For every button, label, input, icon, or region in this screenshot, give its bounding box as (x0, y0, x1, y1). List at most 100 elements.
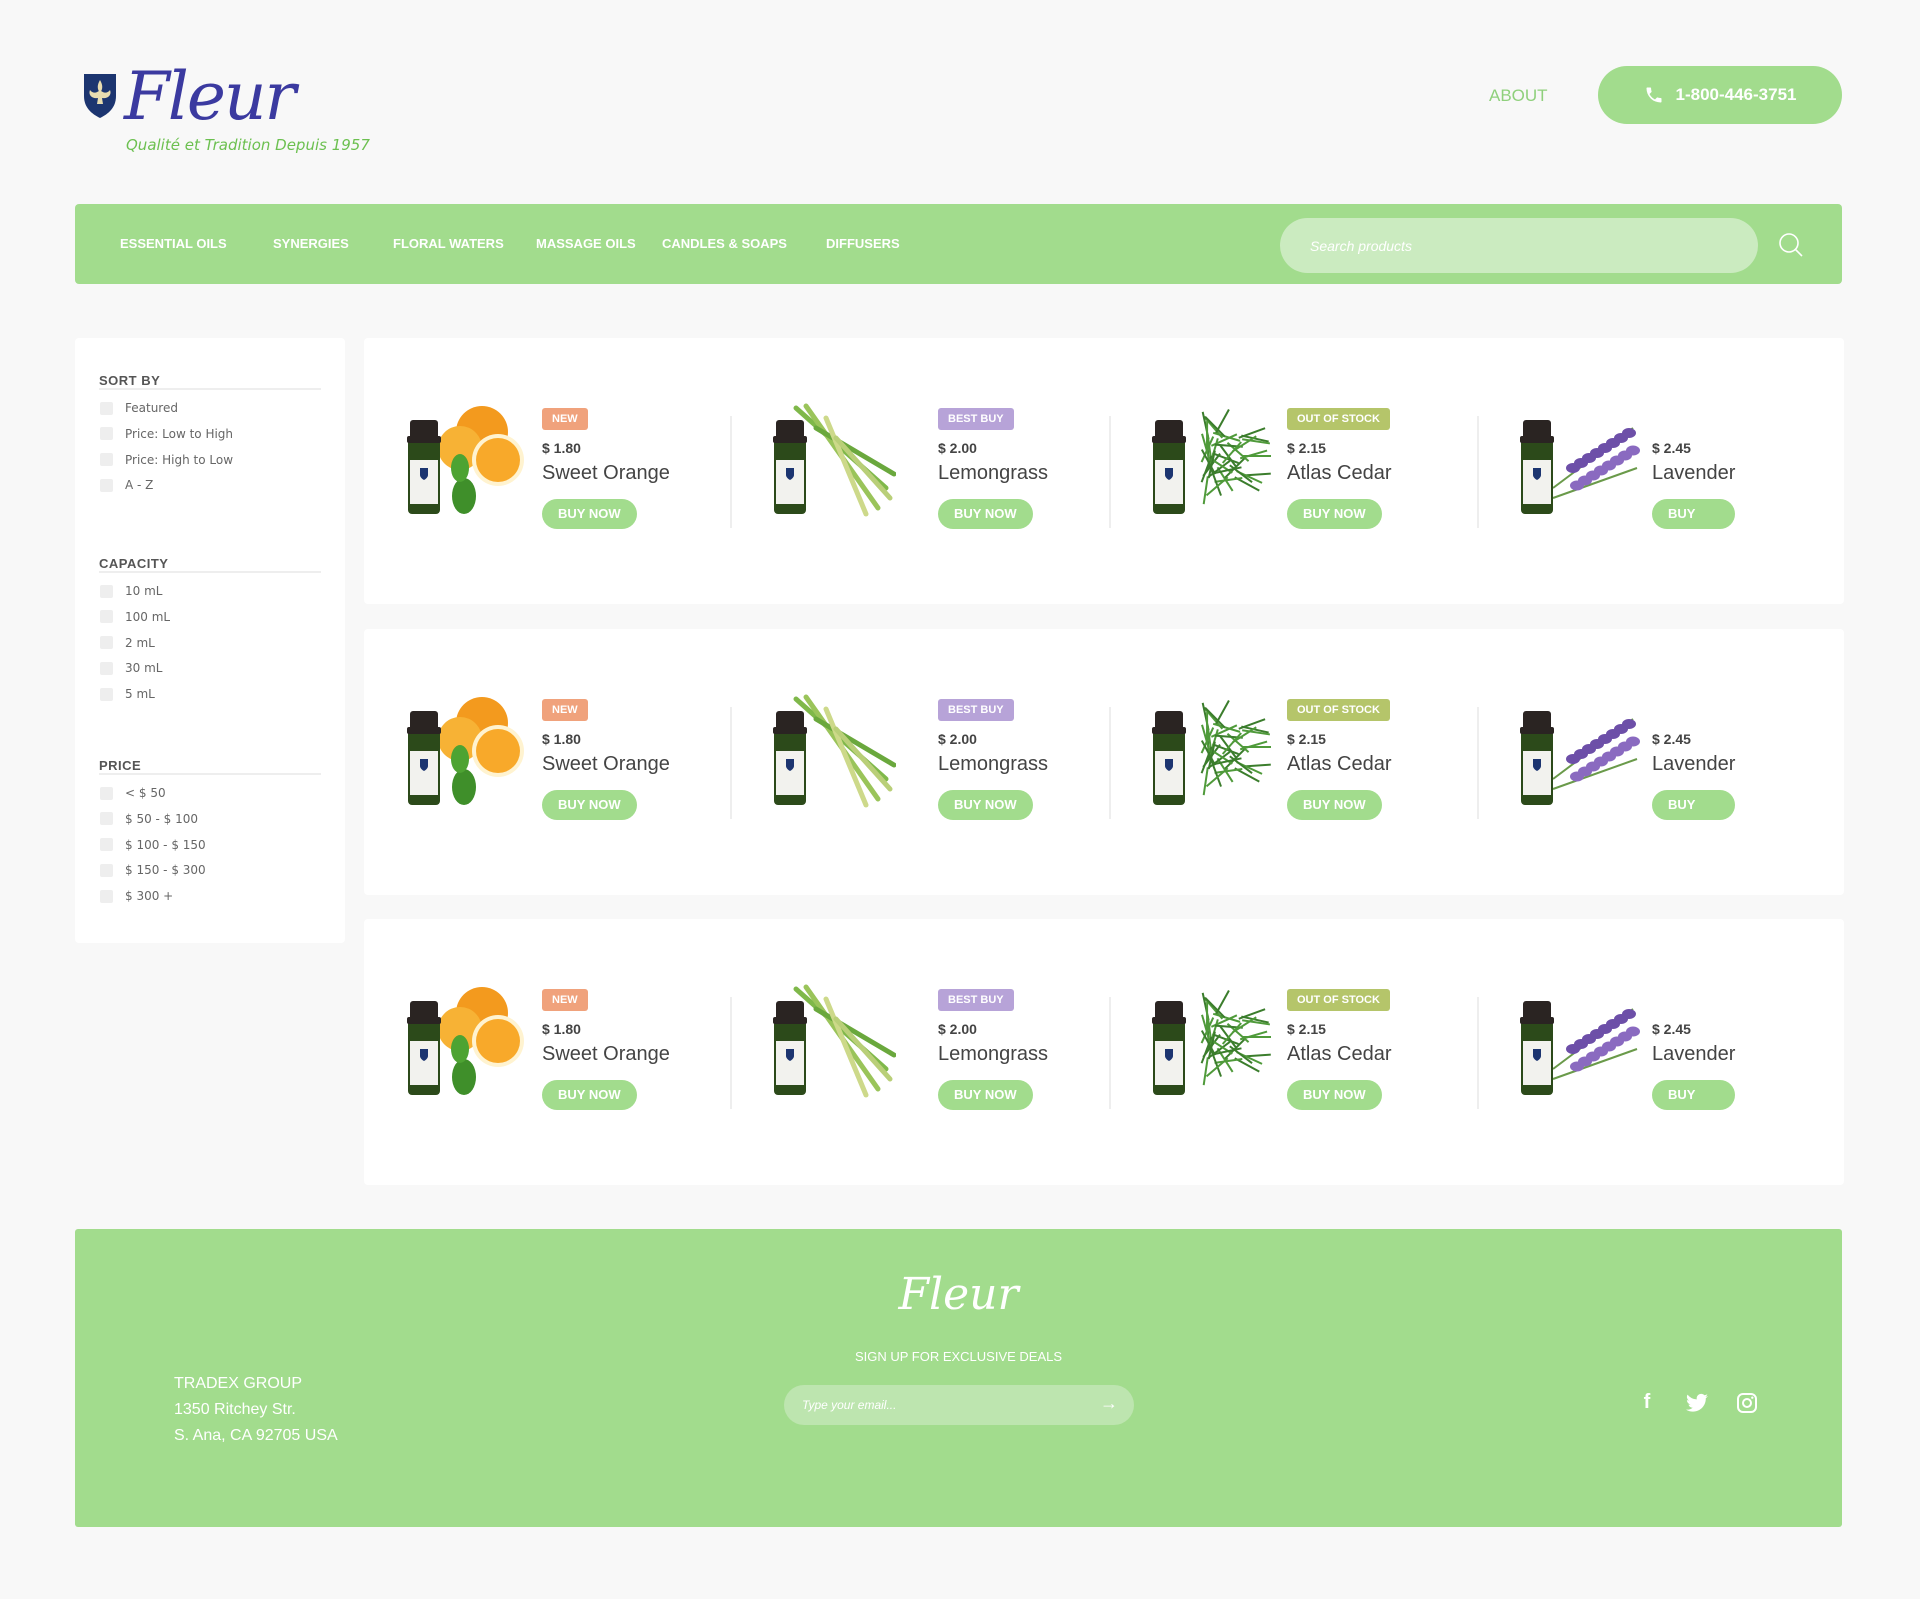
checkbox[interactable] (100, 687, 113, 701)
lavender-product-image[interactable] (1513, 398, 1643, 518)
cedar-product-image[interactable] (1145, 979, 1275, 1099)
price-option[interactable]: $ 50 - $ 100 (100, 812, 198, 826)
lavender-product-image[interactable] (1513, 979, 1643, 1099)
capacity-option[interactable]: 2 mL (100, 636, 155, 650)
nav-floral-waters[interactable]: FLORAL WATERS (393, 236, 504, 251)
price-option[interactable]: $ 150 - $ 300 (100, 863, 206, 877)
price-option[interactable]: < $ 50 (100, 786, 166, 800)
buy-now-button[interactable]: BUY NOW (938, 789, 1033, 820)
product-name[interactable]: Lavender (1652, 1043, 1735, 1066)
product-name[interactable]: Lemongrass (938, 753, 1048, 776)
divider (1477, 997, 1479, 1109)
shield-logo-icon (84, 74, 116, 118)
nav-massage-oils[interactable]: MASSAGE OILS (536, 236, 636, 251)
checkbox[interactable] (100, 453, 113, 467)
checkbox[interactable] (100, 786, 113, 800)
price-option[interactable]: $ 300 + (100, 889, 173, 903)
lavender-product-image[interactable] (1513, 689, 1643, 809)
checkbox[interactable] (100, 812, 113, 826)
nav-diffusers[interactable]: DIFFUSERS (826, 236, 900, 251)
product-badge: NEW (542, 698, 588, 721)
product-name[interactable]: Sweet Orange (542, 1043, 670, 1066)
sort-option[interactable]: A - Z (100, 478, 153, 492)
sort-option[interactable]: Price: High to Low (100, 453, 233, 467)
checkbox[interactable] (100, 478, 113, 492)
buy-now-button[interactable]: BUY NOW (938, 499, 1033, 529)
nav-essential-oils[interactable]: ESSENTIAL OILS (120, 236, 227, 251)
checkbox[interactable] (100, 661, 113, 675)
submit-arrow-icon[interactable]: → (1100, 1393, 1118, 1414)
product-badge: OUT OF STOCK (1287, 408, 1390, 430)
footer-logo: Fleur (898, 1269, 1019, 1320)
capacity-option[interactable]: 30 mL (100, 661, 162, 675)
buy-now-button[interactable]: BUY NOW (542, 1080, 637, 1110)
product-name[interactable]: Sweet Orange (542, 753, 670, 776)
product-name[interactable]: Atlas Cedar (1287, 1043, 1392, 1066)
checkbox[interactable] (100, 863, 113, 877)
product-price: $ 1.80 (542, 1021, 581, 1037)
capacity-option[interactable]: 5 mL (100, 687, 155, 701)
price-option[interactable]: $ 100 - $ 150 (100, 838, 206, 852)
price-heading: PRICE (99, 758, 142, 773)
option-label: 10 mL (125, 584, 163, 598)
orange-product-image[interactable] (400, 398, 530, 518)
orange-product-image[interactable] (400, 689, 530, 809)
search-input[interactable] (1280, 218, 1758, 273)
nav-candles-soaps[interactable]: CANDLES & SOAPS (662, 236, 787, 251)
product-name[interactable]: Lemongrass (938, 1043, 1048, 1066)
product-name[interactable]: Lavender (1652, 753, 1735, 776)
product-name[interactable]: Lavender (1652, 462, 1735, 485)
option-label: 30 mL (125, 661, 163, 676)
capacity-option[interactable]: 100 mL (100, 610, 170, 624)
facebook-icon[interactable]: f (1635, 1391, 1659, 1415)
lemongrass-product-image[interactable] (766, 979, 896, 1099)
nav-synergies[interactable]: SYNERGIES (273, 236, 349, 251)
divider (99, 388, 321, 390)
product-price: $ 2.45 (1652, 440, 1691, 456)
checkbox[interactable] (100, 838, 113, 852)
buy-now-button[interactable]: BUY NOW (1652, 1080, 1736, 1132)
checkbox[interactable] (100, 427, 113, 441)
product-price: $ 2.45 (1652, 730, 1691, 747)
product-price: $ 2.15 (1287, 1021, 1326, 1037)
option-label: $ 50 - $ 100 (125, 811, 199, 826)
search-icon[interactable] (1778, 232, 1804, 258)
divider (1477, 706, 1479, 819)
product-name[interactable]: Lemongrass (938, 462, 1048, 485)
product-name[interactable]: Atlas Cedar (1287, 753, 1392, 776)
instagram-icon[interactable] (1735, 1391, 1759, 1415)
twitter-icon[interactable] (1685, 1391, 1709, 1415)
buy-now-button[interactable]: BUY NOW (1652, 789, 1736, 842)
buy-now-button[interactable]: BUY NOW (1287, 1080, 1382, 1110)
checkbox[interactable] (100, 584, 113, 598)
phone-button[interactable]: 1-800-446-3751 (1598, 66, 1842, 124)
checkbox[interactable] (100, 610, 113, 624)
about-link[interactable]: ABOUT (1489, 86, 1548, 106)
buy-now-button[interactable]: BUY NOW (542, 499, 637, 529)
sort-option[interactable]: Price: Low to High (100, 427, 233, 441)
brand-logo[interactable]: Fleur (124, 58, 296, 135)
product-name[interactable]: Atlas Cedar (1287, 462, 1392, 485)
buy-now-button[interactable]: BUY NOW (542, 789, 637, 820)
capacity-heading: CAPACITY (99, 556, 169, 571)
lemongrass-product-image[interactable] (766, 689, 896, 809)
cedar-product-image[interactable] (1145, 398, 1275, 518)
option-label: 5 mL (125, 687, 155, 702)
filter-sidebar: SORT BY Featured Price: Low to High Price: … (75, 338, 345, 943)
buy-now-button[interactable]: BUY NOW (938, 1080, 1033, 1110)
buy-now-button[interactable]: BUY NOW (1287, 789, 1382, 820)
checkbox[interactable] (100, 636, 113, 650)
lemongrass-product-image[interactable] (766, 398, 896, 518)
product-name[interactable]: Sweet Orange (542, 462, 670, 485)
capacity-option[interactable]: 10 mL (100, 584, 162, 598)
checkbox[interactable] (100, 401, 113, 415)
sort-option[interactable]: Featured (100, 401, 178, 415)
divider (99, 571, 321, 573)
buy-now-button[interactable]: BUY NOW (1287, 499, 1382, 529)
buy-now-button[interactable]: BUY NOW (1652, 499, 1736, 551)
checkbox[interactable] (100, 889, 113, 903)
cedar-product-image[interactable] (1145, 689, 1275, 809)
email-input[interactable] (784, 1385, 1134, 1425)
product-price: $ 2.45 (1652, 1021, 1691, 1037)
orange-product-image[interactable] (400, 979, 530, 1099)
